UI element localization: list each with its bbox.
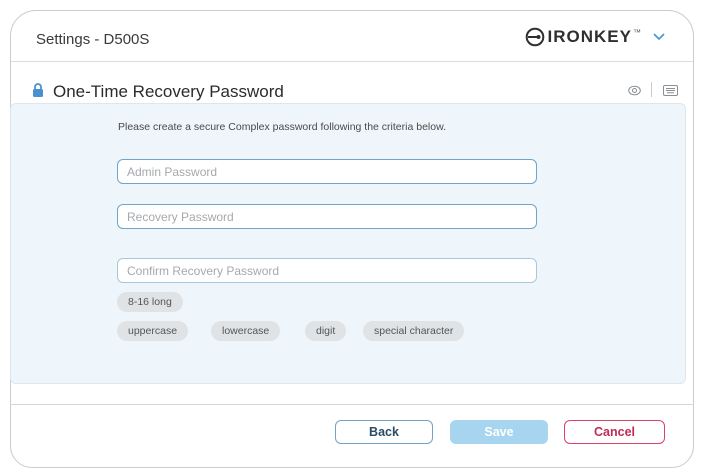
brand-menu[interactable]: IRONKEY ™ — [525, 27, 665, 47]
admin-password-input[interactable] — [117, 159, 537, 184]
show-password-eye-icon[interactable] — [628, 85, 641, 96]
brand-trademark: ™ — [633, 27, 641, 37]
brand-name: IRONKEY — [547, 27, 632, 46]
title-bar: Settings - D500S IRONKEY ™ — [11, 11, 693, 62]
window-title: Settings - D500S — [36, 31, 150, 48]
chevron-down-icon[interactable] — [653, 33, 665, 41]
ironkey-logo-icon — [525, 27, 544, 47]
criteria-length-chip: 8-16 long — [117, 292, 183, 312]
criteria-special-chip: special character — [363, 321, 465, 341]
confirm-recovery-password-input[interactable] — [117, 258, 537, 283]
criteria-digit-chip: digit — [305, 321, 347, 341]
criteria-uppercase-chip: uppercase — [117, 321, 189, 341]
toolbar-divider — [651, 82, 652, 97]
save-button[interactable]: Save — [450, 420, 548, 444]
footer-divider — [10, 404, 694, 405]
page-title: One-Time Recovery Password — [53, 82, 284, 101]
lock-icon — [33, 83, 43, 97]
password-form-panel: Please create a secure Complex password … — [10, 103, 686, 384]
recovery-password-input[interactable] — [117, 204, 537, 229]
instruction-text: Please create a secure Complex password … — [118, 121, 446, 133]
cancel-button[interactable]: Cancel — [564, 420, 665, 444]
criteria-lowercase-chip: lowercase — [211, 321, 281, 341]
keyboard-icon[interactable] — [663, 85, 678, 96]
back-button[interactable]: Back — [335, 420, 433, 444]
